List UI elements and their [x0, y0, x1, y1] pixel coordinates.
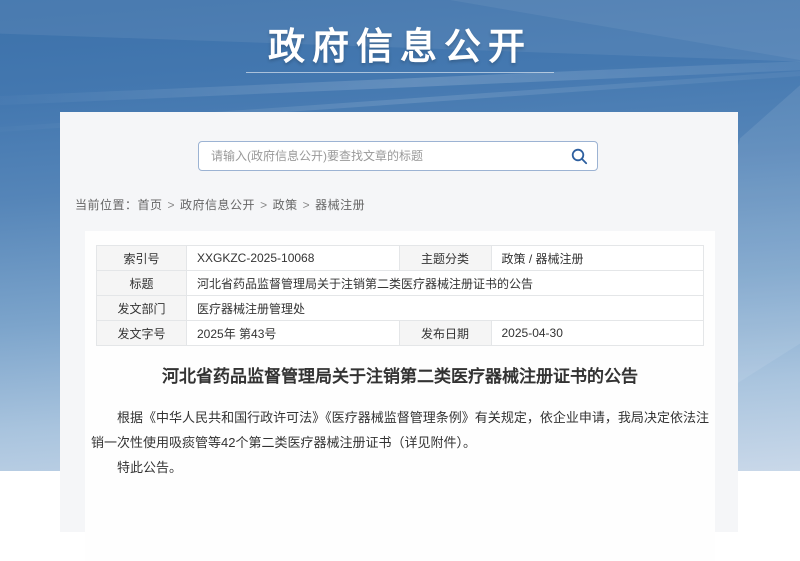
breadcrumb-label: 当前位置： — [75, 198, 138, 212]
article-body: 根据《中华人民共和国行政许可法》《医疗器械监督管理条例》有关规定，依企业申请，我… — [85, 405, 715, 480]
breadcrumb-item-device-registration[interactable]: 器械注册 — [315, 198, 365, 212]
content-panel: 当前位置：首页 > 政府信息公开 > 政策 > 器械注册 索引号 XXGKZC-2025-1… — [60, 112, 738, 532]
page-title: 政府信息公开 — [0, 16, 800, 70]
meta-category-value: 政策 / 器械注册 — [491, 246, 704, 271]
search-icon[interactable] — [571, 148, 588, 165]
article-paragraph: 特此公告。 — [91, 455, 709, 480]
article-paragraph: 根据《中华人民共和国行政许可法》《医疗器械监督管理条例》有关规定，依企业申请，我… — [91, 405, 709, 455]
meta-title-value: 河北省药品监督管理局关于注销第二类医疗器械注册证书的公告 — [187, 271, 704, 296]
article-title: 河北省药品监督管理局关于注销第二类医疗器械注册证书的公告 — [95, 362, 705, 387]
table-row: 标题 河北省药品监督管理局关于注销第二类医疗器械注册证书的公告 — [97, 271, 704, 296]
breadcrumb-item-home[interactable]: 首页 — [138, 198, 163, 212]
article-container: 索引号 XXGKZC-2025-10068 主题分类 政策 / 器械注册 标题 … — [85, 231, 715, 561]
search-input[interactable] — [198, 141, 598, 171]
table-row: 发文字号 2025年 第43号 发布日期 2025-04-30 — [97, 321, 704, 346]
document-meta-table: 索引号 XXGKZC-2025-10068 主题分类 政策 / 器械注册 标题 … — [96, 245, 704, 346]
meta-doc-number-value: 2025年 第43号 — [187, 321, 400, 346]
title-underline — [246, 72, 554, 73]
meta-publish-date-value: 2025-04-30 — [491, 321, 704, 346]
breadcrumb-separator: > — [260, 198, 268, 212]
meta-title-label: 标题 — [97, 271, 187, 296]
meta-department-label: 发文部门 — [97, 296, 187, 321]
meta-publish-date-label: 发布日期 — [399, 321, 491, 346]
meta-department-value: 医疗器械注册管理处 — [187, 296, 704, 321]
table-row: 发文部门 医疗器械注册管理处 — [97, 296, 704, 321]
breadcrumb-item-policy[interactable]: 政策 — [273, 198, 298, 212]
meta-doc-number-label: 发文字号 — [97, 321, 187, 346]
search-bar — [198, 141, 598, 171]
meta-index-value: XXGKZC-2025-10068 — [187, 246, 400, 271]
breadcrumb-separator: > — [168, 198, 176, 212]
breadcrumb-item-gov-info[interactable]: 政府信息公开 — [180, 198, 255, 212]
meta-index-label: 索引号 — [97, 246, 187, 271]
breadcrumb-separator: > — [303, 198, 311, 212]
table-row: 索引号 XXGKZC-2025-10068 主题分类 政策 / 器械注册 — [97, 246, 704, 271]
breadcrumb: 当前位置：首页 > 政府信息公开 > 政策 > 器械注册 — [75, 196, 365, 213]
meta-category-label: 主题分类 — [399, 246, 491, 271]
